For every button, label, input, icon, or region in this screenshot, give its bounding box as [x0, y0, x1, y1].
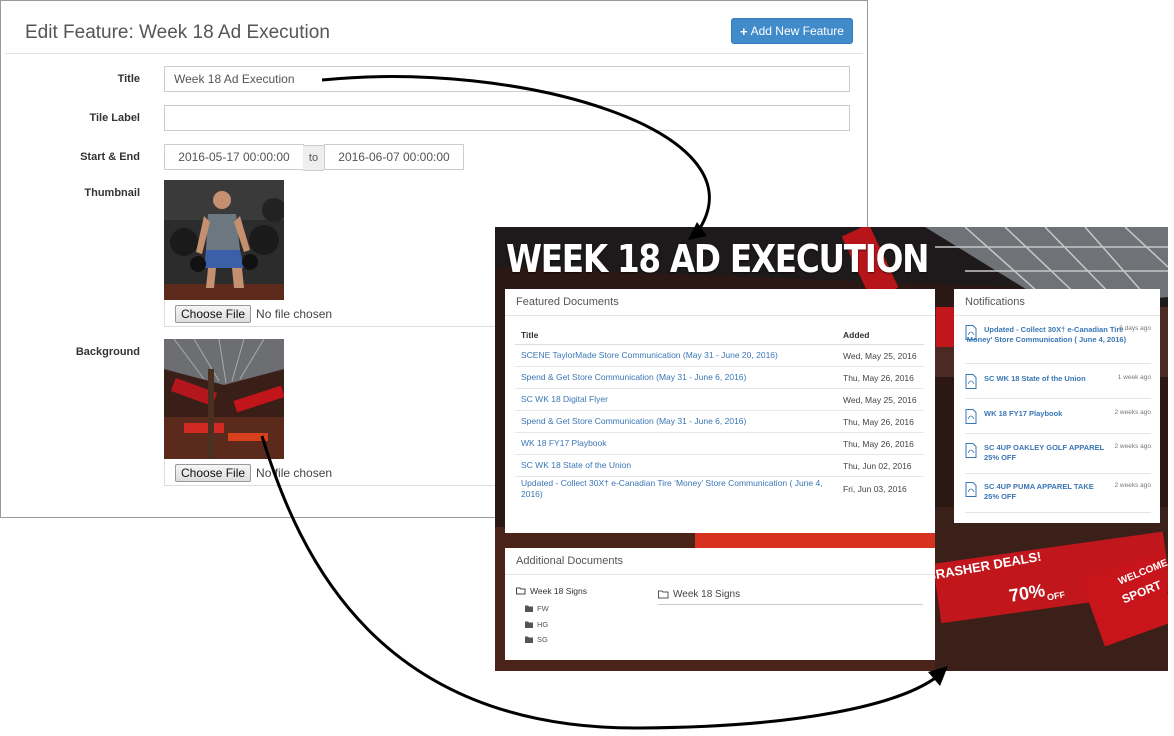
folder-breadcrumb: Week 18 Signs [658, 584, 923, 605]
notification-time: 2 weeks ago [1114, 409, 1152, 416]
notifications-title: Notifications [954, 289, 1160, 316]
thumbnail-file-input[interactable]: Choose File No file chosen [164, 301, 496, 327]
table-row[interactable]: SC WK 18 Digital Flyer Wed, May 25, 2016 [515, 388, 924, 411]
notification-item[interactable]: SC WK 18 State of the Union 1 week ago [965, 374, 1151, 399]
column-title-header: Title [515, 325, 837, 345]
folder-icon [525, 621, 533, 628]
add-new-feature-label: Add New Feature [750, 24, 844, 38]
title-input[interactable]: Week 18 Ad Execution [164, 66, 850, 92]
background-image [164, 339, 284, 459]
date-range-to: to [303, 145, 324, 171]
table-row[interactable]: Updated - Collect 30X† e-Canadian Tire ‘… [515, 476, 924, 501]
document-title-link[interactable]: SC WK 18 State of the Union [515, 454, 837, 477]
notification-link[interactable]: Updated - Collect 30X† e-Canadian Tire '… [965, 325, 1135, 345]
notification-link[interactable]: SC 4UP OAKLEY GOLF APPAREL 25% OFF [984, 443, 1109, 463]
document-added-date: Thu, May 26, 2016 [837, 410, 924, 433]
pdf-icon [965, 409, 977, 424]
start-date-input[interactable]: 2016-05-17 00:00:00 [164, 144, 304, 170]
folder-open-icon [658, 590, 669, 598]
notifications-card: Notifications Updated - Collect 30X† e-C… [954, 289, 1160, 523]
table-header-row: Title Added [515, 325, 924, 345]
notification-item[interactable]: WK 18 FY17 Playbook 2 weeks ago [965, 409, 1151, 434]
feature-page-preview: DOORCRASHER DEALS! 70% OFF WELCOME SPORT… [495, 227, 1168, 671]
end-date-input[interactable]: 2016-06-07 00:00:00 [324, 144, 464, 170]
notification-link[interactable]: SC WK 18 State of the Union [984, 374, 1109, 384]
pdf-icon [965, 482, 977, 497]
notification-time: 6 days ago [1119, 325, 1151, 332]
thumbnail-no-file-text: No file chosen [256, 306, 333, 321]
end-date-value: 2016-06-07 00:00:00 [338, 150, 450, 164]
document-added-date: Thu, May 26, 2016 [837, 432, 924, 455]
document-added-date: Fri, Jun 03, 2016 [837, 476, 924, 501]
title-label: Title [117, 73, 140, 85]
thumbnail-label: Thumbnail [84, 187, 140, 199]
folder-root-label: Week 18 Signs [530, 586, 588, 596]
pdf-icon [965, 443, 977, 458]
document-title-link[interactable]: WK 18 FY17 Playbook [515, 432, 837, 455]
folder-tree-root[interactable]: Week 18 Signs [516, 586, 587, 596]
notification-item[interactable]: SC 4UP PUMA APPAREL TAKE 25% OFF 2 weeks… [965, 482, 1151, 513]
background-no-file-text: No file chosen [256, 465, 333, 480]
background-label: Background [75, 346, 140, 358]
document-title-link[interactable]: SC WK 18 Digital Flyer [515, 388, 837, 411]
breadcrumb-label: Week 18 Signs [673, 588, 741, 600]
featured-documents-title: Featured Documents [505, 289, 935, 316]
start-date-value: 2016-05-17 00:00:00 [178, 150, 290, 164]
additional-documents-title: Additional Documents [505, 548, 935, 575]
table-row[interactable]: Spend & Get Store Communication (May 31 … [515, 410, 924, 433]
notification-time: 2 weeks ago [1114, 482, 1152, 489]
document-title-link[interactable]: Updated - Collect 30X† e-Canadian Tire ‘… [515, 476, 837, 501]
page-title: Edit Feature: Week 18 Ad Execution [25, 22, 330, 43]
document-title-link[interactable]: SCENE TaylorMade Store Communication (Ma… [515, 344, 837, 367]
column-added-header: Added [837, 325, 924, 345]
notification-link[interactable]: SC 4UP PUMA APPAREL TAKE 25% OFF [984, 482, 1109, 502]
folder-tree-item[interactable]: SG [525, 635, 548, 644]
document-added-date: Wed, May 25, 2016 [837, 344, 924, 367]
folder-tree-item[interactable]: HG [525, 620, 548, 629]
folder-icon [525, 636, 533, 643]
background-file-input[interactable]: Choose File No file chosen [164, 460, 496, 486]
folder-label: FW [537, 604, 549, 613]
additional-documents-card: Additional Documents Week 18 Signs FW HG… [505, 548, 935, 660]
table-row[interactable]: WK 18 FY17 Playbook Thu, May 26, 2016 [515, 432, 924, 455]
tile-label-input[interactable] [164, 105, 850, 131]
title-input-value: Week 18 Ad Execution [174, 72, 295, 86]
notification-time: 2 weeks ago [1114, 443, 1152, 450]
document-added-date: Thu, May 26, 2016 [837, 366, 924, 389]
table-row[interactable]: Spend & Get Store Communication (May 31 … [515, 366, 924, 389]
document-title-link[interactable]: Spend & Get Store Communication (May 31 … [515, 410, 837, 433]
pdf-icon [965, 374, 977, 389]
thumbnail-image [164, 180, 284, 300]
thumbnail-choose-file-button[interactable]: Choose File [175, 304, 252, 323]
folder-label: SG [537, 635, 548, 644]
table-row[interactable]: SC WK 18 State of the Union Thu, Jun 02, … [515, 454, 924, 477]
notification-item[interactable]: Updated - Collect 30X† e-Canadian Tire '… [965, 325, 1151, 364]
background-choose-file-button[interactable]: Choose File [175, 463, 252, 482]
document-title-link[interactable]: Spend & Get Store Communication (May 31 … [515, 366, 837, 389]
folder-open-icon [516, 587, 526, 595]
notification-item[interactable]: SC 4UP OAKLEY GOLF APPAREL 25% OFF 2 wee… [965, 443, 1151, 474]
table-row[interactable]: SCENE TaylorMade Store Communication (Ma… [515, 344, 924, 367]
start-end-label: Start & End [80, 151, 140, 163]
notification-time: 1 week ago [1117, 374, 1151, 381]
featured-documents-table: Title Added SCENE TaylorMade Store Commu… [515, 325, 924, 501]
feature-heading: WEEK 18 AD EXECUTION [506, 237, 929, 281]
plus-icon: + [740, 23, 748, 39]
folder-icon [525, 605, 533, 612]
featured-documents-card: Featured Documents Title Added SCENE Tay… [505, 289, 935, 533]
tile-label-label: Tile Label [89, 112, 140, 124]
notification-link[interactable]: WK 18 FY17 Playbook [984, 409, 1109, 419]
folder-label: HG [537, 620, 549, 629]
add-new-feature-button[interactable]: + Add New Feature [731, 18, 853, 44]
folder-tree-item[interactable]: FW [525, 604, 549, 613]
edit-header: Edit Feature: Week 18 Ad Execution + Add… [5, 5, 863, 54]
document-added-date: Thu, Jun 02, 2016 [837, 454, 924, 477]
document-added-date: Wed, May 25, 2016 [837, 388, 924, 411]
